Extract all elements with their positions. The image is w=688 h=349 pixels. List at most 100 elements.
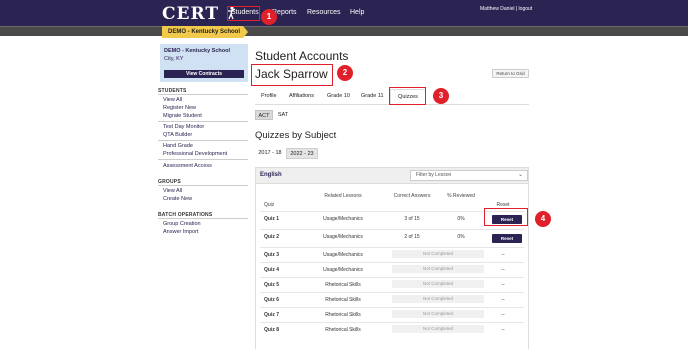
panel-header: English Filter by Lesson ⌄ bbox=[256, 168, 528, 184]
table-row: Quiz 7 Rhetorical Skills Not Completed -… bbox=[260, 307, 524, 321]
sidebar-link-view-all-students[interactable]: View All bbox=[163, 97, 182, 103]
divider bbox=[158, 94, 248, 95]
quiz-panel: English Filter by Lesson ⌄ Quiz Related … bbox=[255, 167, 529, 349]
reset-placeholder: -- bbox=[501, 327, 505, 333]
tab-grade-10[interactable]: Grade 10 bbox=[327, 93, 350, 99]
highlight-box-student-name bbox=[251, 64, 333, 86]
related-lesson: Usage/Mechanics bbox=[323, 252, 363, 258]
divider bbox=[158, 185, 248, 186]
highlight-box-quizzes-tab bbox=[389, 87, 426, 105]
table-row: Quiz 4 Usage/Mechanics Not Completed -- bbox=[260, 262, 524, 276]
reset-placeholder: -- bbox=[501, 267, 505, 273]
table-row: Quiz 3 Usage/Mechanics Not Completed -- bbox=[260, 247, 524, 261]
not-completed-status: Not Completed bbox=[392, 250, 484, 258]
section-title: Quizzes by Subject bbox=[255, 130, 337, 141]
column-header-percent-reviewed: % Reviewed bbox=[447, 193, 475, 199]
school-name: DEMO - Kentucky School bbox=[164, 48, 231, 54]
step-badge-3: 3 bbox=[433, 88, 449, 104]
step-badge-4: 4 bbox=[535, 211, 551, 227]
top-navigation-bar: CERT Students Reports Resources Help Mat… bbox=[0, 0, 688, 26]
quiz-name: Quiz 4 bbox=[264, 267, 280, 273]
filter-select-value: Filter by Lesson bbox=[416, 172, 452, 178]
table-row: Quiz 6 Rhetorical Skills Not Completed -… bbox=[260, 292, 524, 306]
tab-grade-11[interactable]: Grade 11 bbox=[361, 93, 384, 99]
year-tab-2017-18[interactable]: 2017 - 18 bbox=[255, 148, 285, 159]
related-lesson: Rhetorical Skills bbox=[325, 327, 361, 333]
related-lesson: Rhetorical Skills bbox=[325, 312, 361, 318]
tab-profile[interactable]: Profile bbox=[261, 93, 277, 99]
reset-placeholder: -- bbox=[501, 252, 505, 258]
sidebar-link-professional-development[interactable]: Professional Development bbox=[163, 151, 227, 157]
not-completed-status: Not Completed bbox=[392, 265, 484, 273]
logo-text: CERT bbox=[162, 4, 219, 24]
tab-affiliations[interactable]: Affiliations bbox=[289, 93, 314, 99]
quiz-name: Quiz 8 bbox=[264, 327, 280, 333]
reset-placeholder: -- bbox=[501, 312, 505, 318]
divider bbox=[158, 121, 248, 122]
related-lesson: Rhetorical Skills bbox=[325, 297, 361, 303]
test-pill-sat[interactable]: SAT bbox=[275, 110, 291, 120]
related-lesson: Usage/Mechanics bbox=[323, 267, 363, 273]
sidebar-link-view-all-groups[interactable]: View All bbox=[163, 188, 182, 194]
cert-logo[interactable]: CERT bbox=[162, 4, 235, 24]
highlight-box-reset bbox=[484, 208, 528, 226]
column-header-correct-answers: Correct Answers bbox=[393, 193, 431, 199]
related-lesson: Usage/Mechanics bbox=[323, 234, 363, 240]
related-lesson: Usage/Mechanics bbox=[323, 216, 363, 222]
sidebar-link-test-day-monitor[interactable]: Test Day Monitor bbox=[163, 124, 204, 130]
nav-help-link[interactable]: Help bbox=[350, 9, 364, 16]
column-header-quiz: Quiz bbox=[264, 202, 275, 208]
not-completed-status: Not Completed bbox=[392, 310, 484, 318]
highlight-box-students bbox=[227, 6, 260, 21]
year-tab-2022-23[interactable]: 2022 - 23 bbox=[286, 148, 318, 159]
sidebar-link-create-new-group[interactable]: Create New bbox=[163, 196, 192, 202]
subject-title: English bbox=[260, 172, 282, 178]
user-menu: Matthew Daniel | logout bbox=[480, 6, 532, 12]
correct-answers: 2 of 15 bbox=[404, 234, 420, 240]
quiz-name: Quiz 5 bbox=[264, 282, 280, 288]
column-header-related-lessons: Related Lessons bbox=[324, 193, 362, 199]
related-lesson: Rhetorical Skills bbox=[325, 282, 361, 288]
reset-placeholder: -- bbox=[501, 297, 505, 303]
return-to-grid-button[interactable]: Return to Grid bbox=[492, 69, 529, 78]
quiz-name: Quiz 2 bbox=[264, 234, 280, 240]
sidebar-link-assessment-access[interactable]: Assessment Access bbox=[163, 163, 212, 169]
sidebar-link-qta-builder[interactable]: QTA Builder bbox=[163, 132, 192, 138]
logout-link[interactable]: logout bbox=[519, 6, 533, 12]
quiz-name: Quiz 1 bbox=[264, 216, 280, 222]
table-row: Quiz 2 Usage/Mechanics 2 of 15 0% Reset bbox=[260, 229, 524, 243]
nav-resources-link[interactable]: Resources bbox=[307, 9, 340, 16]
quiz-name: Quiz 7 bbox=[264, 312, 280, 318]
sidebar-link-register-new[interactable]: Register New bbox=[163, 105, 196, 111]
not-completed-status: Not Completed bbox=[392, 295, 484, 303]
divider bbox=[158, 140, 248, 141]
divider bbox=[158, 159, 248, 160]
step-badge-1: 1 bbox=[261, 9, 277, 25]
divider bbox=[158, 218, 248, 219]
school-info-card: DEMO - Kentucky School City, KY View Con… bbox=[160, 44, 248, 82]
reset-placeholder: -- bbox=[501, 282, 505, 288]
step-badge-2: 2 bbox=[337, 65, 353, 81]
school-location: City, KY bbox=[164, 56, 184, 62]
breadcrumb-bar bbox=[0, 26, 688, 36]
sidebar-link-hand-grade[interactable]: Hand Grade bbox=[163, 143, 193, 149]
page-title: Student Accounts bbox=[255, 49, 349, 63]
table-row: Quiz 5 Rhetorical Skills Not Completed -… bbox=[260, 277, 524, 291]
percent-reviewed: 0% bbox=[457, 216, 465, 222]
quiz-name: Quiz 3 bbox=[264, 252, 280, 258]
breadcrumb-divider bbox=[0, 26, 688, 27]
view-contracts-button[interactable]: View Contracts bbox=[164, 70, 244, 78]
reset-quiz-button[interactable]: Reset bbox=[492, 234, 522, 243]
sidebar-link-group-creation[interactable]: Group Creation bbox=[163, 221, 201, 227]
correct-answers: 3 of 15 bbox=[404, 216, 420, 222]
filter-by-lesson-select[interactable]: Filter by Lesson ⌄ bbox=[410, 170, 528, 181]
sidebar-link-migrate-student[interactable]: Migrate Student bbox=[163, 113, 202, 119]
test-pill-act[interactable]: ACT bbox=[255, 110, 273, 120]
table-row: Quiz 8 Rhetorical Skills Not Completed -… bbox=[260, 322, 524, 336]
user-name[interactable]: Matthew Daniel bbox=[480, 6, 514, 12]
percent-reviewed: 0% bbox=[457, 234, 465, 240]
sidebar-link-answer-import[interactable]: Answer Import bbox=[163, 229, 198, 235]
breadcrumb-school[interactable]: DEMO - Kentucky School bbox=[162, 26, 248, 38]
quiz-name: Quiz 6 bbox=[264, 297, 280, 303]
not-completed-status: Not Completed bbox=[392, 280, 484, 288]
